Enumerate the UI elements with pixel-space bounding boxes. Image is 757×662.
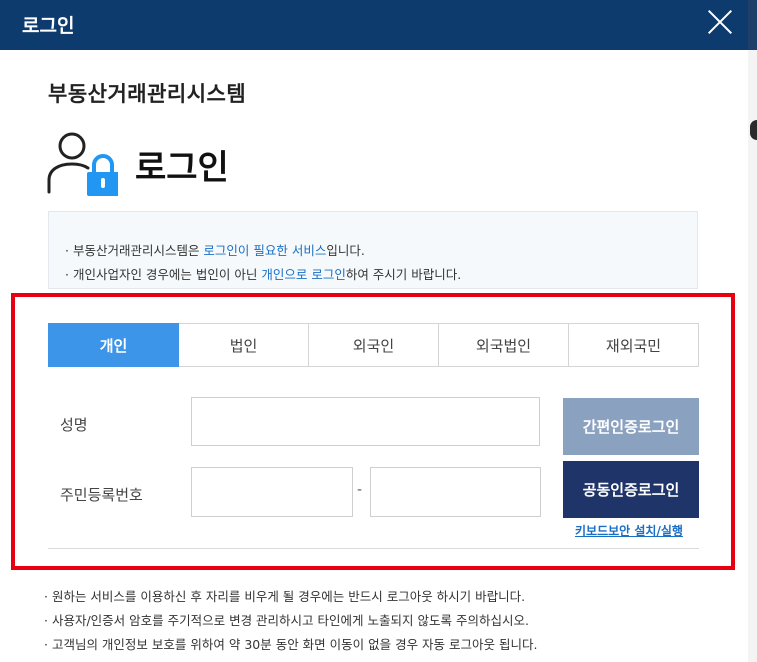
background-element: [750, 120, 757, 140]
name-label: 성명: [60, 416, 88, 434]
rrn-separator: -: [357, 482, 363, 498]
user-lock-icon: [47, 132, 118, 196]
public-cert-login-button[interactable]: 공동인증로그인: [563, 461, 699, 518]
tab-overseas-korean[interactable]: 재외국민: [569, 323, 699, 367]
background-header: [748, 0, 757, 50]
member-type-tabs: 개인 법인 외국인 외국법인 재외국민: [48, 323, 699, 367]
background-page: [748, 0, 757, 662]
system-name: 부동산거래관리시스템: [48, 82, 247, 106]
name-input[interactable]: [191, 397, 540, 446]
bottom-notice: · 원하는 서비스를 이용하신 후 자리를 비우게 될 경우에는 반드시 로그아…: [44, 589, 526, 604]
bottom-notice: · 사용자/인증서 암호를 주기적으로 변경 관리하시고 타인에게 노출되지 않…: [44, 613, 529, 628]
tab-corporation[interactable]: 법인: [179, 323, 309, 367]
tab-individual[interactable]: 개인: [48, 323, 179, 367]
close-icon[interactable]: [703, 5, 737, 39]
bottom-notice: · 고객님의 개인정보 보호를 위하여 약 30분 동안 화면 이동이 없을 경…: [44, 637, 538, 652]
divider: [48, 548, 699, 549]
notice-line: · 부동산거래관리시스템은 로그인이 필요한 서비스입니다.: [65, 243, 365, 258]
background-content: [748, 50, 757, 662]
login-modal: 로그인 부동산거래관리시스템 로그인 · 부동산거래관리시스템은 로그인이 필요…: [0, 0, 748, 662]
tab-foreigner[interactable]: 외국인: [309, 323, 439, 367]
notice-highlight: 로그인이 필요한 서비스: [203, 243, 327, 258]
login-heading: 로그인: [135, 148, 229, 188]
rrn-front-input[interactable]: [191, 467, 353, 517]
rrn-label: 주민등록번호: [60, 486, 143, 504]
notice-line: · 개인사업자인 경우에는 법인이 아닌 개인으로 로그인하여 주시기 바랍니다…: [65, 267, 462, 282]
tab-foreign-corporation[interactable]: 외국법인: [439, 323, 569, 367]
notice-box: · 부동산거래관리시스템은 로그인이 필요한 서비스입니다. · 개인사업자인 …: [48, 211, 698, 289]
keyboard-security-link[interactable]: 키보드보안 설치/실행: [575, 522, 683, 539]
simple-cert-login-button[interactable]: 간편인증로그인: [563, 398, 699, 455]
modal-header: 로그인: [0, 0, 748, 50]
rrn-back-input[interactable]: [370, 467, 541, 517]
notice-highlight: 개인으로 로그인: [261, 267, 346, 282]
modal-title: 로그인: [22, 15, 75, 37]
